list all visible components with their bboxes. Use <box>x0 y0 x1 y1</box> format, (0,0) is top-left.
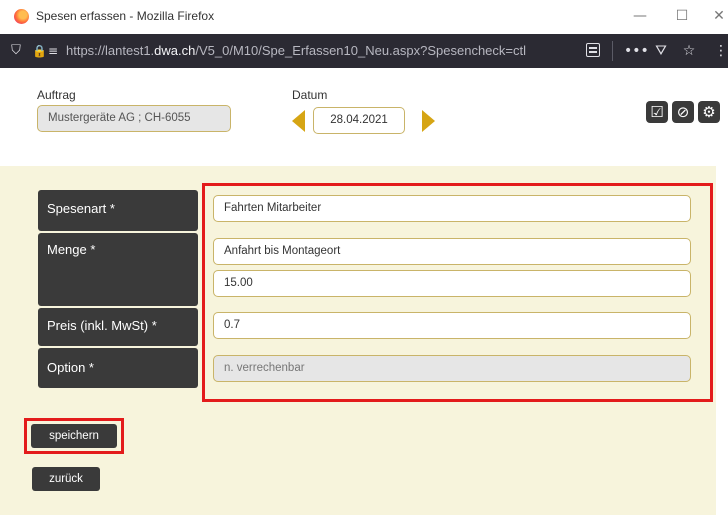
firefox-logo-icon <box>14 9 29 24</box>
auftrag-field[interactable]: Mustergeräte AG ; CH-6055 <box>37 105 231 132</box>
highlight-frame-fields <box>202 183 713 402</box>
url-domain: dwa.ch <box>154 43 196 58</box>
reader-view-icon[interactable] <box>586 43 600 57</box>
next-date-icon[interactable] <box>422 110 435 132</box>
url-separator <box>612 41 613 61</box>
window-titlebar: Spesen erfassen - Mozilla Firefox — ☐ ✕ <box>0 0 728 34</box>
previous-date-icon[interactable] <box>292 110 305 132</box>
more-actions-icon[interactable]: ••• <box>624 42 649 60</box>
datum-field[interactable]: 28.04.2021 <box>313 107 405 134</box>
url-path: /V5_0/M10/Spe_Erfassen10_Neu.aspx?Spesen… <box>195 43 527 58</box>
option-label: Option * <box>38 348 198 388</box>
lock-icon[interactable]: 🔒 <box>32 43 47 59</box>
menu-icon[interactable]: ⋮ <box>712 42 728 60</box>
url-field[interactable]: https://lantest1.dwa.ch/V5_0/M10/Spe_Erf… <box>66 43 576 59</box>
close-icon[interactable]: ✕ <box>710 7 728 25</box>
shield-icon[interactable]: ⛉ <box>8 43 24 59</box>
permissions-icon[interactable]: ≡ <box>48 43 58 59</box>
auftrag-label: Auftrag <box>37 88 76 102</box>
preis-label: Preis (inkl. MwSt) * <box>38 308 198 346</box>
back-button[interactable]: zurück <box>32 467 100 491</box>
url-prefix: https://lantest1. <box>66 43 155 58</box>
highlight-frame-save <box>24 418 124 454</box>
minimize-icon[interactable]: — <box>631 7 649 25</box>
spesenart-label: Spesenart * <box>38 190 198 231</box>
datum-label: Datum <box>292 88 328 102</box>
cancel-icon[interactable]: ⊘ <box>672 101 694 123</box>
checkbox-icon[interactable]: ☑ <box>646 101 668 123</box>
maximize-icon[interactable]: ☐ <box>673 7 691 25</box>
menge-label: Menge * <box>38 233 198 306</box>
pocket-icon[interactable]: ⛛ <box>652 42 670 60</box>
address-bar: ⛉ 🔒 ≡ https://lantest1.dwa.ch/V5_0/M10/S… <box>0 34 728 68</box>
window-title: Spesen erfassen - Mozilla Firefox <box>36 9 215 23</box>
bookmark-star-icon[interactable]: ☆ <box>680 42 698 60</box>
gear-icon[interactable]: ⚙ <box>698 101 720 123</box>
